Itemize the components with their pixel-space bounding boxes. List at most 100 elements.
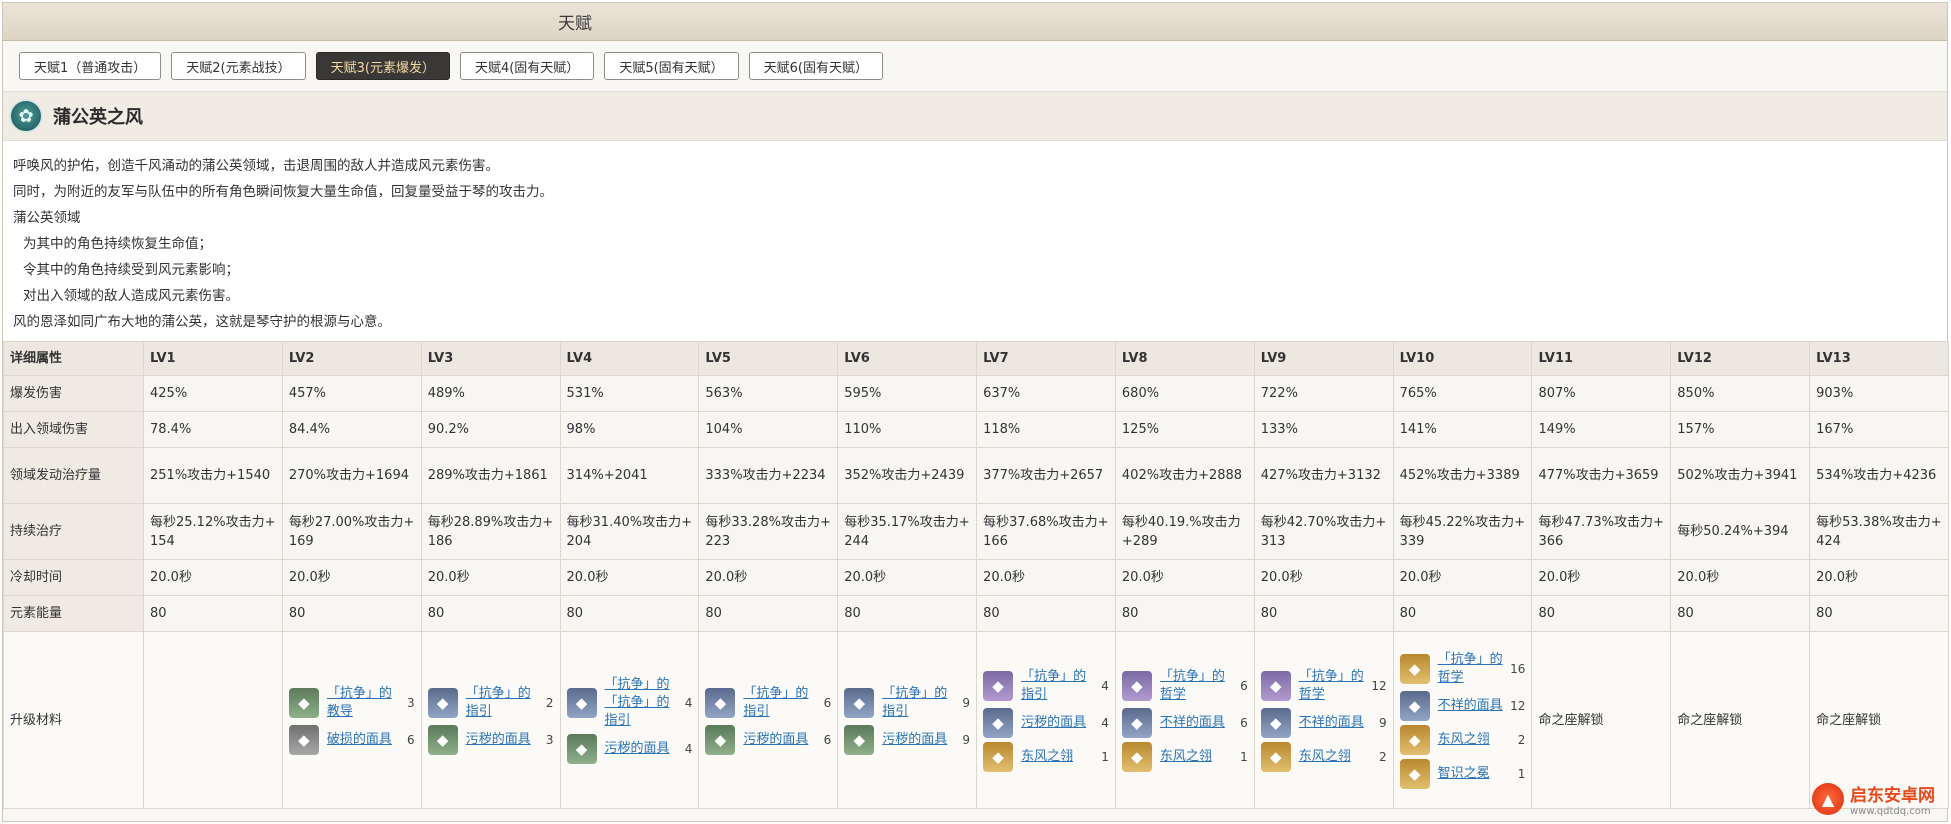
description-line: 蒲公英领域 [13,210,81,226]
tab-talent-2[interactable]: 天赋2(元素战技） [171,52,306,80]
material-link[interactable]: 不祥的面具 [1438,697,1510,715]
material-link[interactable]: 东风之翎 [1160,748,1232,766]
material-item: ◆ 不祥的面具 12 [1399,691,1526,721]
header-level: LV13 [1809,341,1949,376]
materials-cell [143,631,283,809]
material-item: ◆ 污秽的面具 6 [705,725,831,755]
material-link[interactable]: 破损的面具 [327,731,399,749]
table-cell: 765% [1392,375,1533,412]
header-level: LV10 [1392,341,1533,376]
table-cell: 314%+2041 [559,447,700,504]
material-icon: ◆ [1399,759,1430,789]
material-icon: ◆ [983,742,1014,772]
material-item: ◆ 污秽的面具 3 [427,725,554,755]
table-cell: 452%攻击力+3389 [1392,447,1533,504]
table-cell: 20.0秒 [1670,559,1811,596]
material-item: ◆ 污秽的面具 4 [983,708,1109,738]
table-cell: 333%攻击力+2234 [698,447,839,504]
tab-talent-5[interactable]: 天赋5(固有天赋） [604,52,739,80]
material-item: ◆ 东风之翎 2 [1260,742,1387,772]
material-link[interactable]: 「抗争」的哲学 [1299,668,1371,704]
skill-description: 呼唤风的护佑，创造千风涌动的蒲公英领域，击退周围的敌人并造成风元素伤害。同时，为… [3,141,1947,341]
material-link[interactable]: 污秽的面具 [605,740,677,758]
material-item: ◆ 「抗争」的哲学 6 [1121,668,1248,704]
table-cell: 80 [559,595,700,632]
material-icon: ◆ [566,688,597,718]
table-cell: 78.4% [143,411,283,448]
material-item: ◆ 不祥的面具 6 [1121,708,1248,738]
material-link[interactable]: 不祥的面具 [1160,714,1232,732]
panel-title: 天赋 [558,14,592,34]
material-link[interactable]: 污秽的面具 [882,731,954,749]
material-link[interactable]: 「抗争」的哲学 [1438,651,1510,687]
material-link[interactable]: 「抗争」的哲学 [1160,668,1232,704]
table-cell: 425% [143,375,283,412]
header-level: LV4 [559,341,700,376]
table-cell: 每秒50.24%+394 [1670,503,1811,560]
material-link[interactable]: 「抗争」的指引 [466,685,538,721]
material-link[interactable]: 智识之冕 [1438,765,1510,783]
tab-talent-6[interactable]: 天赋6(固有天赋） [748,52,883,80]
material-count: 9 [962,695,971,710]
row-label: 爆发伤害 [3,375,144,412]
material-link[interactable]: 东风之翎 [1021,748,1093,766]
material-count: 12 [1371,678,1387,693]
table-cell: 118% [976,411,1116,448]
table-cell: 80 [143,595,283,632]
material-icon: ◆ [1260,671,1291,701]
table-cell: 每秒47.73%攻击力+366 [1531,503,1672,560]
material-count: 6 [407,732,415,747]
material-icon: ◆ [705,725,736,755]
table-row: 领域发动治疗量 251%攻击力+1540 270%攻击力+1694 289%攻击力+1… [3,447,1949,504]
material-item: ◆ 东风之翎 1 [1121,742,1248,772]
material-icon: ◆ [844,725,875,755]
tab-talent-1[interactable]: 天赋1（普通攻击） [19,52,162,80]
table-cell: 80 [1531,595,1672,632]
description-line: 呼唤风的护佑，创造千风涌动的蒲公英领域，击退周围的敌人并造成风元素伤害。 [13,158,499,174]
material-link[interactable]: 污秽的面具 [466,731,538,749]
materials-cell: ◆ 「抗争」的指引 6 ◆ 污秽的面具 6 [698,631,839,809]
talent-panel: 天赋 天赋1（普通攻击） 天赋2(元素战技） 天赋3(元素爆发） 天赋4(固有天赋） 天… [2,2,1949,822]
row-label: 冷却时间 [3,559,144,596]
table-cell: 80 [698,595,839,632]
table-cell: 20.0秒 [698,559,839,596]
description-line: 同时，为附近的友军与队伍中的所有角色瞬间恢复大量生命值，回复量受益于琴的攻击力。 [13,184,553,200]
material-link[interactable]: 不祥的面具 [1299,714,1371,732]
table-cell: 90.2% [420,411,561,448]
table-cell: 637% [976,375,1116,412]
material-link[interactable]: 东风之翎 [1299,748,1371,766]
tab-talent-3[interactable]: 天赋3(元素爆发） [315,52,450,80]
material-link[interactable]: 污秽的面具 [743,731,815,749]
table-cell: 149% [1531,411,1672,448]
tab-talent-4[interactable]: 天赋4(固有天赋） [459,52,595,80]
table-cell: 20.0秒 [420,559,561,596]
table-cell: 20.0秒 [1531,559,1672,596]
material-link[interactable]: 东风之翎 [1438,731,1510,749]
materials-cell: ◆ 「抗争」的指引 2 ◆ 污秽的面具 3 [420,631,561,809]
material-link[interactable]: 「抗争」的「抗争」的指引 [605,676,677,730]
material-icon: ◆ [1260,742,1291,772]
table-row: 冷却时间 20.0秒 20.0秒 20.0秒 20.0秒 20.0秒 20.0秒 20.0秒 2… [3,559,1949,596]
material-count: 12 [1510,698,1526,713]
table-row: 爆发伤害 425% 457% 489% 531% 563% 595% 637% 680% 722%… [3,375,1949,412]
material-icon: ◆ [427,725,458,755]
table-cell: 20.0秒 [559,559,700,596]
materials-row: 升级材料 ◆ 「抗争」的教导 3 ◆ 破损的面具 6 ◆ 「抗争」的指引 2 ◆ 污秽的面具 3 ◆ 「抗争… [3,631,1949,809]
material-item: ◆ 东风之翎 2 [1399,725,1525,755]
table-cell: 80 [281,595,422,632]
table-cell: 80 [1114,595,1255,632]
material-icon: ◆ [983,708,1014,738]
table-cell: 563% [698,375,839,412]
material-link[interactable]: 「抗争」的指引 [882,685,954,721]
table-cell: 20.0秒 [1809,559,1949,596]
material-link[interactable]: 污秽的面具 [1021,714,1093,732]
material-link[interactable]: 「抗争」的教导 [327,685,399,721]
material-icon: ◆ [1399,654,1430,684]
materials-cell: ◆ 「抗争」的哲学 6 ◆ 不祥的面具 6 ◆ 东风之翎 1 [1114,631,1255,809]
table-cell: 125% [1114,411,1255,448]
material-count: 6 [1240,678,1248,693]
material-link[interactable]: 「抗争」的指引 [1021,668,1093,704]
material-link[interactable]: 「抗争」的指引 [743,685,815,721]
material-count: 1 [1240,749,1248,764]
table-cell: 98% [559,411,700,448]
